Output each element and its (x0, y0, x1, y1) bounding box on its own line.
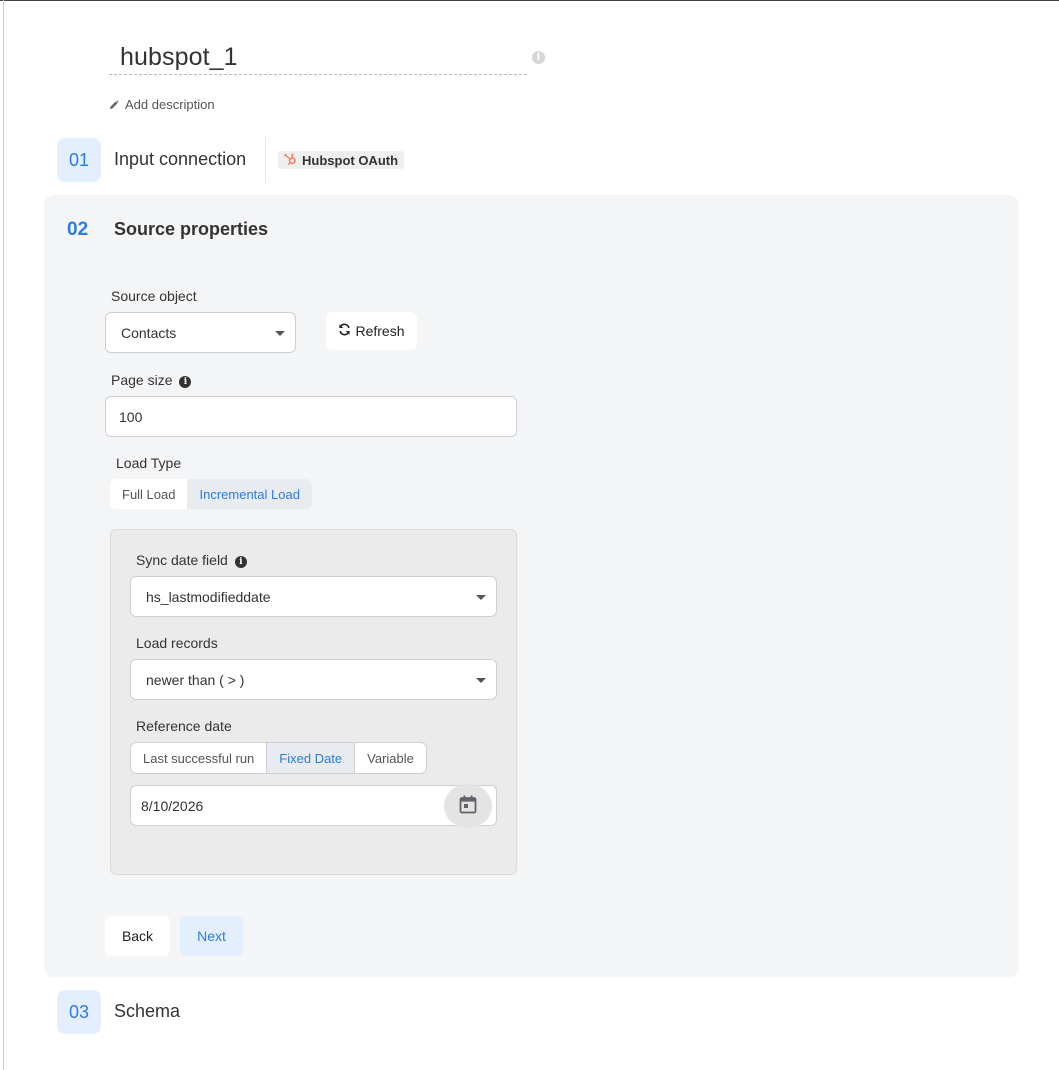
step-divider (265, 137, 266, 183)
chevron-down-icon (476, 677, 486, 683)
load-type-toggle: Full Load Incremental Load (110, 479, 312, 509)
page-size-input[interactable]: 100 (105, 396, 517, 437)
page-size-label-text: Page size (111, 372, 173, 388)
pipeline-title-field[interactable]: hubspot_1 (109, 40, 527, 75)
load-records-label: Load records (136, 635, 218, 651)
fixed-date-value: 8/10/2026 (141, 797, 204, 814)
sync-date-field-label: Sync date field i (136, 552, 247, 568)
source-object-value: Contacts (121, 324, 177, 341)
chevron-down-icon (476, 594, 486, 600)
reference-date-label: Reference date (136, 718, 232, 734)
calendar-icon (459, 795, 477, 817)
sync-date-field-select[interactable]: hs_lastmodifieddate (130, 576, 497, 617)
step-01-number[interactable]: 01 (57, 138, 101, 182)
window-top-border (0, 0, 1059, 1)
refresh-label: Refresh (355, 323, 405, 339)
step-02-label: Source properties (114, 219, 269, 239)
connection-badge[interactable]: Hubspot OAuth (278, 151, 405, 169)
next-button[interactable]: Next (180, 916, 243, 956)
step-03-number[interactable]: 03 (57, 990, 101, 1034)
step-03-label[interactable]: Schema (114, 1001, 180, 1022)
sync-date-field-value: hs_lastmodifieddate (146, 588, 271, 605)
refresh-icon (338, 323, 351, 339)
load-type-full-load[interactable]: Full Load (110, 479, 188, 509)
connection-badge-label: Hubspot OAuth (302, 152, 399, 168)
page-size-value: 100 (119, 408, 143, 425)
pipeline-title: hubspot_1 (120, 43, 238, 71)
reference-date-toggle: Last successful run Fixed Date Variable (130, 742, 427, 774)
page-size-label: Page size i (111, 372, 192, 388)
load-records-select[interactable]: newer than ( > ) (130, 659, 497, 700)
add-description-link[interactable]: Add description (109, 97, 215, 112)
back-button[interactable]: Back (105, 916, 170, 956)
chevron-down-icon (275, 330, 285, 336)
load-type-label: Load Type (116, 455, 182, 471)
next-label: Next (197, 928, 226, 944)
pencil-icon (109, 99, 119, 110)
add-description-label: Add description (125, 97, 215, 112)
step-01-label[interactable]: Input connection (114, 149, 246, 170)
back-label: Back (121, 928, 154, 944)
step-02-number: 02 (67, 219, 89, 240)
calendar-button[interactable] (444, 784, 492, 828)
load-records-value: newer than ( > ) (146, 671, 245, 688)
refresh-button[interactable]: Refresh (326, 312, 417, 350)
sync-date-field-label-text: Sync date field (136, 552, 228, 568)
reference-date-last-successful-run[interactable]: Last successful run (131, 743, 268, 773)
source-object-select[interactable]: Contacts (105, 312, 296, 353)
reference-date-fixed-date[interactable]: Fixed Date (267, 743, 356, 773)
fixed-date-input[interactable]: 8/10/2026 (130, 784, 497, 828)
window-left-border (3, 0, 4, 1070)
source-object-label: Source object (111, 288, 197, 304)
hubspot-logo-icon (283, 152, 297, 169)
sync-date-info-icon[interactable]: i (234, 556, 247, 568)
title-info-icon[interactable]: i (532, 51, 545, 64)
page-size-info-icon[interactable]: i (179, 376, 192, 388)
load-type-incremental-load[interactable]: Incremental Load (187, 479, 312, 509)
reference-date-variable[interactable]: Variable (355, 743, 426, 773)
